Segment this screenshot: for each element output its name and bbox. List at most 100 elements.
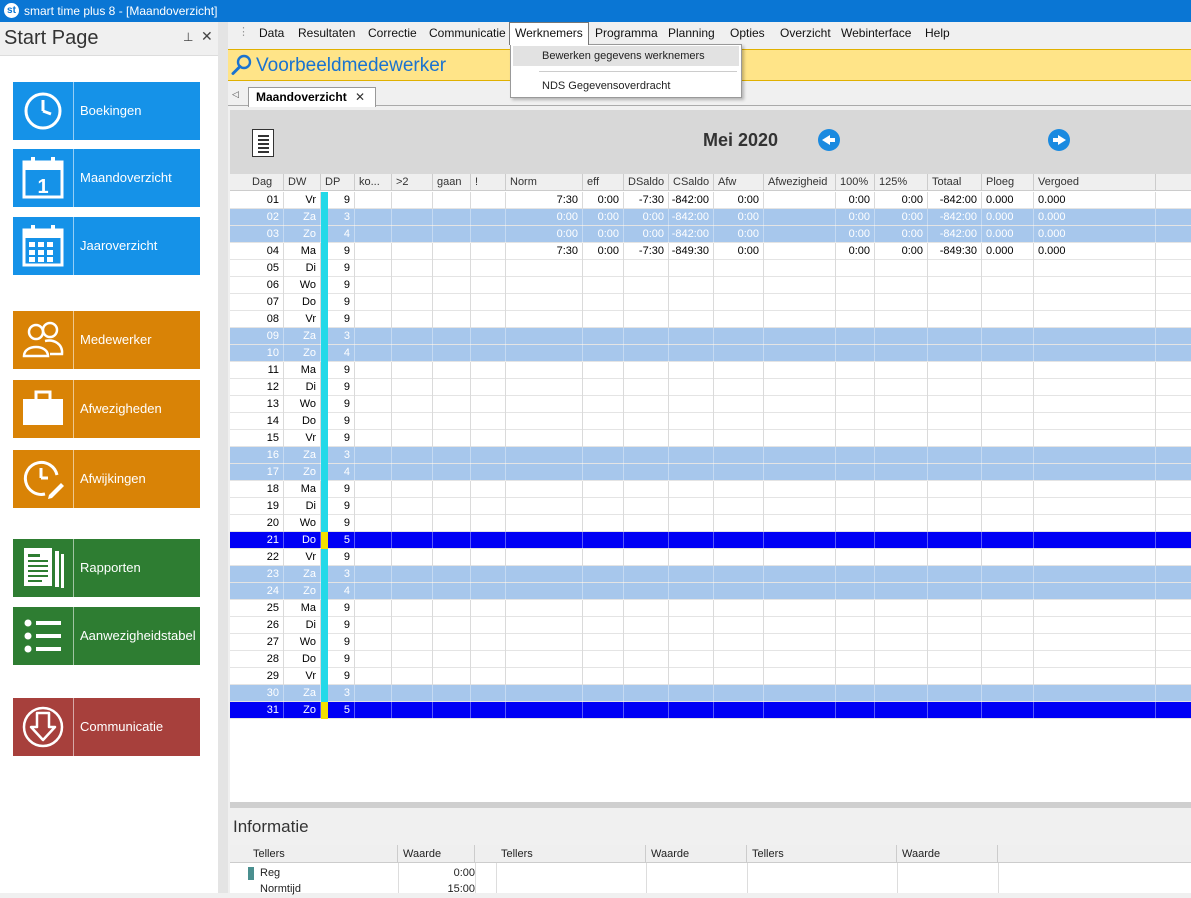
cell-eff[interactable]	[583, 583, 624, 600]
cell-ko[interactable]	[355, 634, 392, 651]
cell-gt2[interactable]	[392, 651, 433, 668]
cell-dsaldo[interactable]	[624, 668, 669, 685]
cell-p100[interactable]	[836, 481, 875, 498]
cell-afw[interactable]	[714, 464, 764, 481]
cell-ploeg[interactable]	[982, 379, 1034, 396]
cell-dsaldo[interactable]: -7:30	[624, 192, 669, 209]
cell-ploeg[interactable]	[982, 464, 1034, 481]
cell-norm[interactable]: 0:00	[506, 209, 583, 226]
cell-eff[interactable]	[583, 498, 624, 515]
cell-dsaldo[interactable]	[624, 583, 669, 600]
cell-csaldo[interactable]	[669, 260, 714, 277]
cell-ploeg[interactable]	[982, 600, 1034, 617]
column-header-norm[interactable]: Norm	[506, 174, 583, 191]
cell-dw[interactable]: Wo	[284, 634, 321, 651]
cell-eff[interactable]	[583, 481, 624, 498]
column-header-p100[interactable]: 100%	[836, 174, 875, 191]
cell-gaan[interactable]	[433, 294, 471, 311]
cell-totaal[interactable]	[928, 481, 982, 498]
cell-vergoed[interactable]	[1034, 515, 1156, 532]
cell-eff[interactable]	[583, 311, 624, 328]
cell-csaldo[interactable]	[669, 379, 714, 396]
table-row[interactable]: 30 Za 3	[230, 685, 1191, 702]
cell-csaldo[interactable]	[669, 277, 714, 294]
cell-dag[interactable]: 02	[248, 209, 284, 226]
cell-gt2[interactable]	[392, 294, 433, 311]
cell-afwezigheid[interactable]	[764, 481, 836, 498]
table-row[interactable]: 20 Wo 9	[230, 515, 1191, 532]
cell-vergoed[interactable]	[1034, 277, 1156, 294]
cell-csaldo[interactable]: -842:00	[669, 192, 714, 209]
cell-totaal[interactable]	[928, 668, 982, 685]
cell-excl[interactable]	[471, 651, 506, 668]
cell-gt2[interactable]	[392, 413, 433, 430]
cell-dw[interactable]: Wo	[284, 277, 321, 294]
cell-vergoed[interactable]	[1034, 447, 1156, 464]
cell-csaldo[interactable]: -842:00	[669, 226, 714, 243]
cell-afwezigheid[interactable]	[764, 702, 836, 719]
cell-vergoed[interactable]	[1034, 328, 1156, 345]
column-header-ko[interactable]: ko...	[355, 174, 392, 191]
cell-afw[interactable]	[714, 481, 764, 498]
cell-ploeg[interactable]	[982, 413, 1034, 430]
cell-ko[interactable]	[355, 430, 392, 447]
cell-ko[interactable]	[355, 243, 392, 260]
cell-ko[interactable]	[355, 481, 392, 498]
cell-p125[interactable]	[875, 345, 928, 362]
cell-gaan[interactable]	[433, 634, 471, 651]
cell-excl[interactable]	[471, 396, 506, 413]
cell-dp[interactable]: 9	[328, 634, 355, 651]
cell-totaal[interactable]	[928, 345, 982, 362]
cell-p125[interactable]: 0:00	[875, 243, 928, 260]
cell-ko[interactable]	[355, 600, 392, 617]
tile-afwezigheden[interactable]: Afwezigheden	[13, 380, 200, 438]
cell-afwezigheid[interactable]	[764, 464, 836, 481]
cell-p100[interactable]	[836, 311, 875, 328]
table-row[interactable]: 16 Za 3	[230, 447, 1191, 464]
cell-gaan[interactable]	[433, 464, 471, 481]
cell-ko[interactable]	[355, 498, 392, 515]
cell-csaldo[interactable]	[669, 447, 714, 464]
table-row[interactable]: 12 Di 9	[230, 379, 1191, 396]
cell-ko[interactable]	[355, 549, 392, 566]
panel-splitter[interactable]	[218, 22, 228, 893]
cell-p125[interactable]	[875, 396, 928, 413]
column-header-totaal[interactable]: Totaal	[928, 174, 982, 191]
cell-p100[interactable]	[836, 396, 875, 413]
cell-totaal[interactable]	[928, 260, 982, 277]
cell-gaan[interactable]	[433, 668, 471, 685]
cell-vergoed[interactable]	[1034, 668, 1156, 685]
cell-norm[interactable]	[506, 668, 583, 685]
cell-csaldo[interactable]	[669, 396, 714, 413]
pin-icon[interactable]: ⊥	[183, 30, 193, 44]
cell-gt2[interactable]	[392, 345, 433, 362]
cell-excl[interactable]	[471, 532, 506, 549]
cell-dw[interactable]: Do	[284, 651, 321, 668]
info-row[interactable]: Reg 0:00	[230, 865, 1191, 882]
cell-norm[interactable]	[506, 549, 583, 566]
cell-dag[interactable]: 04	[248, 243, 284, 260]
cell-p100[interactable]	[836, 413, 875, 430]
cell-csaldo[interactable]	[669, 566, 714, 583]
cell-vergoed[interactable]: 0.000	[1034, 226, 1156, 243]
cell-gt2[interactable]	[392, 362, 433, 379]
cell-dag[interactable]: 17	[248, 464, 284, 481]
info-header-waarde[interactable]: Waarde	[398, 845, 475, 863]
cell-afw[interactable]: 0:00	[714, 226, 764, 243]
cell-dp[interactable]: 9	[328, 651, 355, 668]
info-header-waarde[interactable]: Waarde	[897, 845, 998, 863]
cell-gt2[interactable]	[392, 447, 433, 464]
cell-p125[interactable]	[875, 583, 928, 600]
cell-eff[interactable]	[583, 328, 624, 345]
cell-dag[interactable]: 12	[248, 379, 284, 396]
cell-ploeg[interactable]	[982, 396, 1034, 413]
cell-dw[interactable]: Di	[284, 379, 321, 396]
cell-gt2[interactable]	[392, 532, 433, 549]
cell-afwezigheid[interactable]	[764, 294, 836, 311]
cell-dw[interactable]: Vr	[284, 549, 321, 566]
cell-csaldo[interactable]	[669, 668, 714, 685]
cell-csaldo[interactable]	[669, 413, 714, 430]
cell-gt2[interactable]	[392, 583, 433, 600]
cell-dw[interactable]: Zo	[284, 464, 321, 481]
cell-ploeg[interactable]	[982, 345, 1034, 362]
